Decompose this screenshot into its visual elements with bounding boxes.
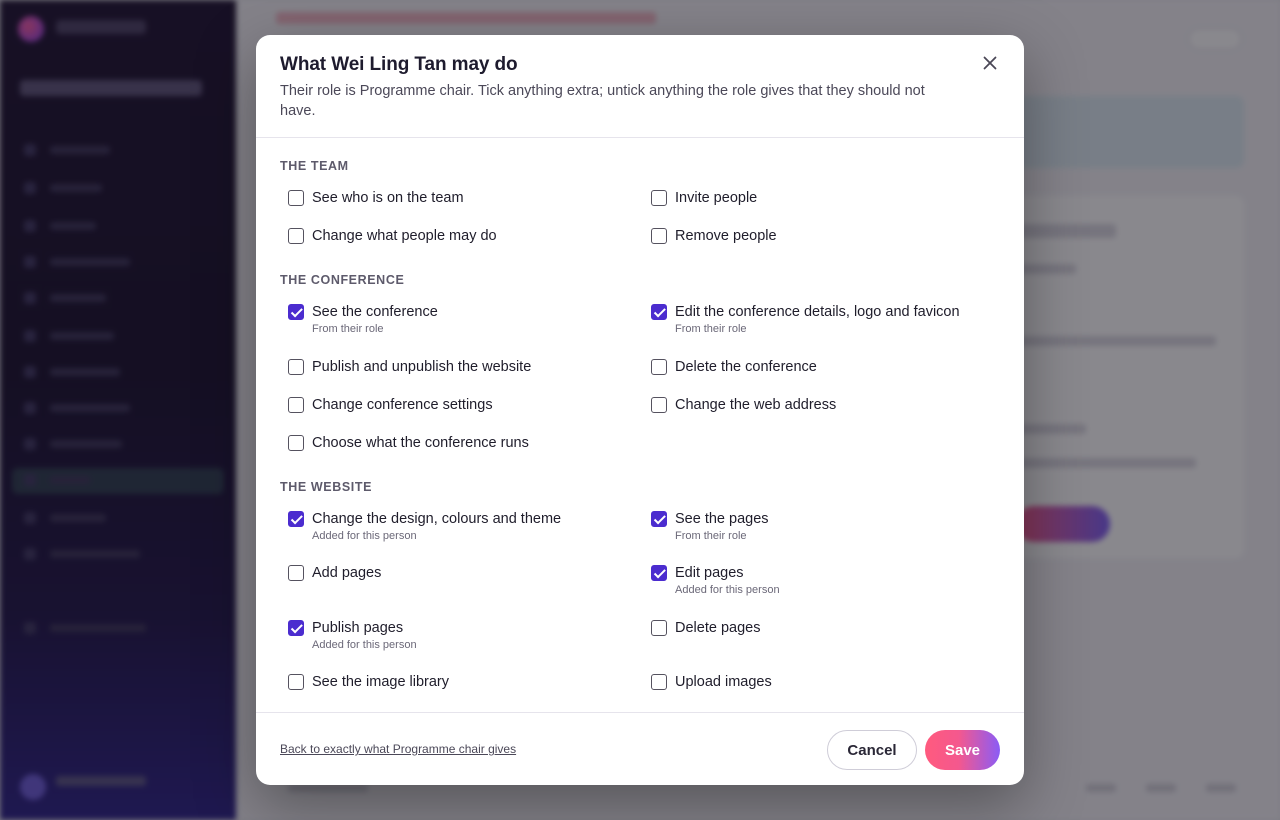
dialog-footer: Back to exactly what Programme chair giv… <box>256 712 1024 785</box>
permission-checkbox[interactable] <box>288 620 304 636</box>
permission-label: See who is on the team <box>312 190 464 206</box>
permission-checkbox[interactable] <box>288 190 304 206</box>
section-heading-website: THE WEBSITE <box>280 480 373 494</box>
section-heading-conference: THE CONFERENCE <box>280 273 405 287</box>
section-heading-team: THE TEAM <box>280 159 349 173</box>
permission-checkbox[interactable] <box>651 304 667 320</box>
permission-label: Change conference settings <box>312 397 493 413</box>
dialog-header: What Wei Ling Tan may do Their role is P… <box>256 35 1024 138</box>
permission-checkbox[interactable] <box>288 511 304 527</box>
permission-label: Upload images <box>675 674 772 690</box>
permission-label: Delete pages <box>675 620 761 636</box>
permissions-dialog: What Wei Ling Tan may do Their role is P… <box>256 35 1024 785</box>
permission-source-note: Added for this person <box>312 530 417 542</box>
permission-checkbox[interactable] <box>651 228 667 244</box>
permission-checkbox[interactable] <box>288 435 304 451</box>
permission-label: Add pages <box>312 565 382 581</box>
permission-label: Change the design, colours and theme <box>312 511 562 527</box>
permission-source-note: From their role <box>675 530 747 542</box>
save-button[interactable]: Save <box>925 730 1000 770</box>
permission-checkbox[interactable] <box>288 304 304 320</box>
permission-checkbox[interactable] <box>288 397 304 413</box>
permission-label: Edit pages <box>675 565 744 581</box>
permission-checkbox[interactable] <box>288 565 304 581</box>
permission-checkbox[interactable] <box>651 190 667 206</box>
reset-to-role-link[interactable]: Back to exactly what Programme chair giv… <box>280 742 516 756</box>
permission-checkbox[interactable] <box>288 228 304 244</box>
permission-label: Change the web address <box>675 397 837 413</box>
dialog-subtitle: Their role is Programme chair. Tick anyt… <box>280 83 925 119</box>
permission-label: See the pages <box>675 511 769 527</box>
permission-source-note: Added for this person <box>312 639 417 651</box>
dialog-body[interactable]: THE TEAM See who is on the team Invite p… <box>256 139 1024 712</box>
permission-source-note: From their role <box>675 323 747 335</box>
cancel-button[interactable]: Cancel <box>827 730 917 770</box>
permission-label: Change what people may do <box>312 228 497 244</box>
permission-label: Edit the conference details, logo and fa… <box>675 304 960 320</box>
permission-checkbox[interactable] <box>651 674 667 690</box>
permission-label: Invite people <box>675 190 758 206</box>
permission-checkbox[interactable] <box>651 359 667 375</box>
permission-label: Choose what the conference runs <box>312 435 529 451</box>
permission-checkbox[interactable] <box>288 359 304 375</box>
permission-label: See the conference <box>312 304 438 320</box>
permission-label: Publish and unpublish the website <box>312 359 532 375</box>
permission-checkbox[interactable] <box>651 620 667 636</box>
dialog-title: What Wei Ling Tan may do <box>280 54 518 75</box>
permission-source-note: Added for this person <box>675 584 780 596</box>
permission-label: Publish pages <box>312 620 404 636</box>
permission-label: See the image library <box>312 674 450 690</box>
permission-checkbox[interactable] <box>651 565 667 581</box>
close-icon[interactable] <box>978 51 1002 75</box>
permission-source-note: From their role <box>312 323 384 335</box>
permission-checkbox[interactable] <box>651 511 667 527</box>
permission-label: Remove people <box>675 228 777 244</box>
permission-label: Delete the conference <box>675 359 817 375</box>
permission-checkbox[interactable] <box>651 397 667 413</box>
permission-checkbox[interactable] <box>288 674 304 690</box>
